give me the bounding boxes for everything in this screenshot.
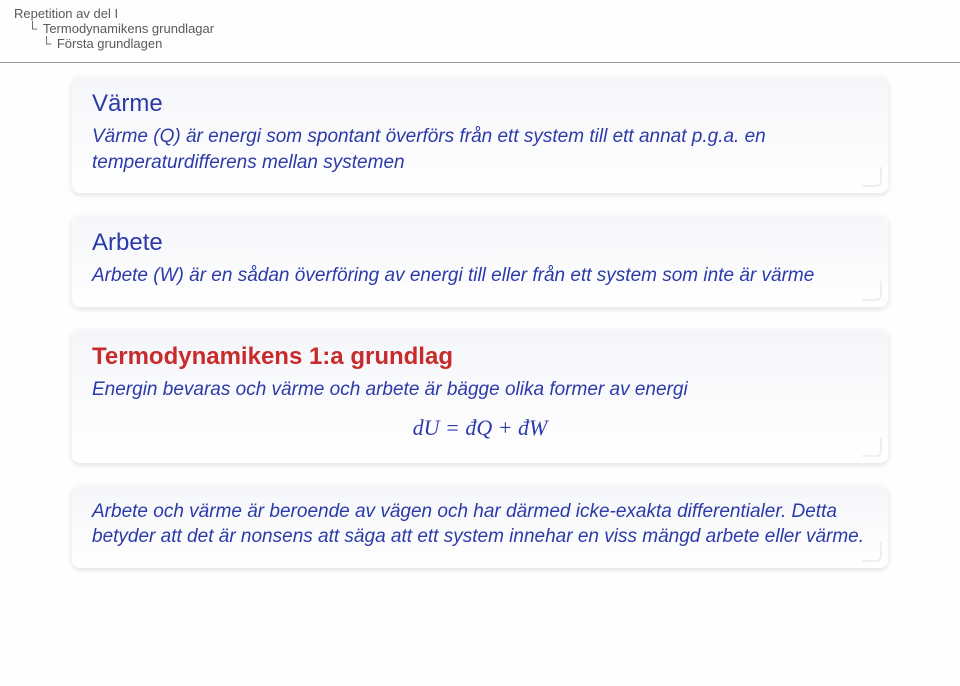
box-grundlag-title: Termodynamikens 1:a grundlag (92, 343, 868, 371)
box-varme: Värme Värme (Q) är energi som spontant ö… (72, 76, 888, 193)
breadcrumb-tree-1: └ (28, 21, 43, 36)
box-arbete-title: Arbete (92, 229, 868, 257)
breadcrumb-line1: Repetition av del I (14, 6, 118, 21)
box-note: Arbete och värme är beroende av vägen oc… (72, 485, 888, 568)
box-varme-title: Värme (92, 90, 868, 118)
box-note-body: Arbete och värme är beroende av vägen oc… (92, 499, 868, 550)
breadcrumb: Repetition av del I └ Termodynamikens gr… (14, 6, 214, 51)
box-varme-body: Värme (Q) är energi som spontant överför… (92, 124, 868, 175)
breadcrumb-line2: Termodynamikens grundlagar (43, 21, 214, 36)
box-arbete-body: Arbete (W) är en sådan överföring av ene… (92, 263, 868, 289)
box-grundlag-body: Energin bevaras och värme och arbete är … (92, 377, 868, 403)
box-grundlag-equation: dU = đQ + đW (92, 415, 868, 441)
slide-content: Värme Värme (Q) är energi som spontant ö… (72, 76, 888, 590)
separator (0, 62, 960, 63)
box-arbete: Arbete Arbete (W) är en sådan överföring… (72, 215, 888, 307)
box-grundlag: Termodynamikens 1:a grundlag Energin bev… (72, 329, 888, 463)
breadcrumb-line3: Första grundlagen (57, 36, 163, 51)
breadcrumb-tree-2: └ (42, 36, 57, 51)
